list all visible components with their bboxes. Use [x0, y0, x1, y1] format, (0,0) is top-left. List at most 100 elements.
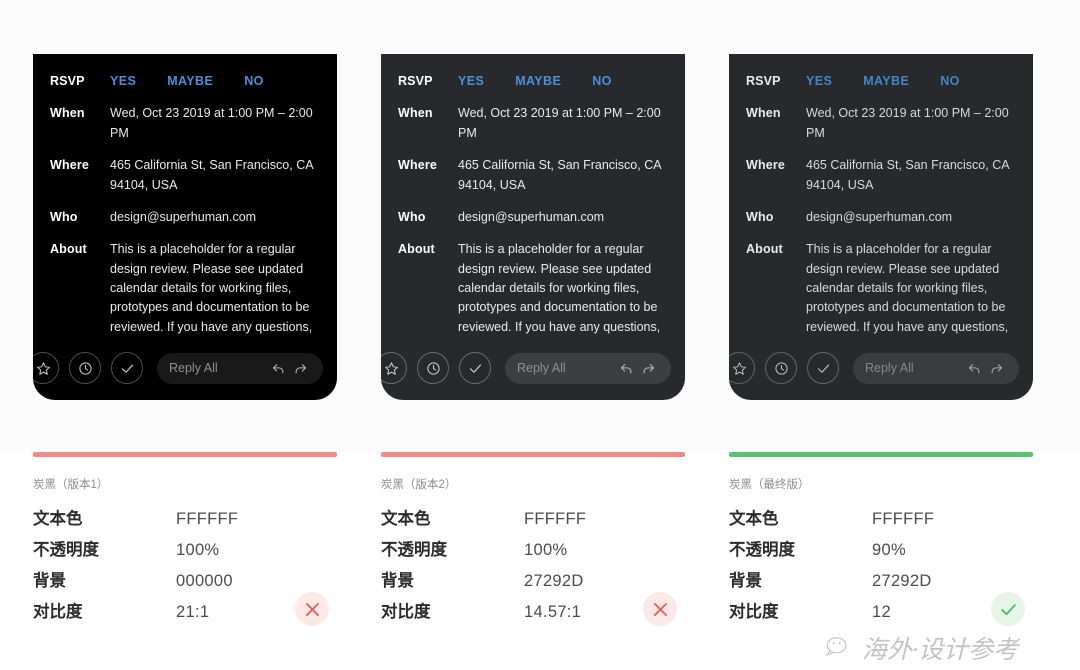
- rsvp-yes-button[interactable]: YES: [110, 72, 136, 91]
- rsvp-label: RSVP: [50, 74, 85, 88]
- clock-icon: [426, 361, 441, 376]
- spec-value: 27292D: [872, 572, 932, 590]
- spec-row: 背景 000000: [33, 567, 337, 591]
- snooze-button[interactable]: [765, 352, 797, 384]
- color-spec-table: 炭黑（版本1） 文本色 FFFFFF 不透明度 100% 背景 000000 对…: [0, 452, 1080, 670]
- where-value: 465 California St, San Francisco, CA 941…: [458, 158, 661, 192]
- where-value: 465 California St, San Francisco, CA 941…: [110, 158, 313, 192]
- spec-value: 000000: [176, 572, 233, 590]
- rsvp-maybe-button[interactable]: MAYBE: [167, 72, 213, 91]
- rsvp-yes-button[interactable]: YES: [458, 72, 484, 91]
- star-button[interactable]: [729, 352, 755, 384]
- about-label: About: [398, 242, 435, 257]
- reply-button[interactable]: [615, 361, 637, 376]
- where-label: Where: [398, 158, 437, 173]
- reply-all-placeholder: Reply All: [865, 361, 914, 375]
- email-action-bar: Reply All: [381, 336, 685, 400]
- where-row: Where 465 California St, San Francisco, …: [398, 156, 665, 195]
- forward-button[interactable]: [637, 361, 659, 376]
- done-button[interactable]: [111, 352, 143, 384]
- done-button[interactable]: [807, 352, 839, 384]
- status-badge-fail: [643, 592, 677, 626]
- who-row: Who design@superhuman.com: [746, 208, 1013, 227]
- when-value: Wed, Oct 23 2019 at 1:00 PM – 2:00 PM: [806, 106, 1009, 140]
- watermark: 海外·设计参考: [826, 630, 1018, 666]
- spec-row: 背景 27292D: [729, 567, 1033, 591]
- who-value: design@superhuman.com: [806, 209, 953, 224]
- spec-value: 90%: [872, 541, 906, 559]
- spec-column-version-2: 炭黑（版本2） 文本色 FFFFFF 不透明度 100% 背景 27292D 对…: [381, 452, 685, 629]
- star-button[interactable]: [33, 352, 59, 384]
- accent-bar: [381, 452, 685, 457]
- who-value: design@superhuman.com: [110, 209, 257, 224]
- reply-all-input[interactable]: Reply All: [157, 352, 323, 384]
- spec-value: FFFFFF: [524, 510, 587, 528]
- reply-all-input[interactable]: Reply All: [505, 352, 671, 384]
- forward-button[interactable]: [985, 361, 1007, 376]
- reply-arrow-icon: [271, 361, 286, 376]
- spec-row: 不透明度 90%: [729, 536, 1033, 560]
- spec-column-final: 炭黑（最终版） 文本色 FFFFFF 不透明度 90% 背景 27292D 对比…: [729, 452, 1033, 629]
- watermark-text: 海外·设计参考: [862, 637, 1019, 664]
- star-button[interactable]: [381, 352, 407, 384]
- email-card-final: RSVP YES MAYBE NO When Wed, Oct 23 2019 …: [729, 54, 1033, 400]
- spec-value: 100%: [176, 541, 220, 559]
- spec-value: 21:1: [176, 603, 210, 621]
- reply-button[interactable]: [963, 361, 985, 376]
- forward-arrow-icon: [989, 361, 1004, 376]
- rsvp-no-button[interactable]: NO: [244, 72, 264, 91]
- spec-rows: 文本色 FFFFFF 不透明度 100% 背景 27292D 对比度 14.57…: [381, 505, 685, 626]
- about-row: About This is a placeholder for a regula…: [50, 240, 317, 336]
- spec-key: 对比度: [381, 603, 431, 621]
- about-value: This is a placeholder for a regular desi…: [458, 242, 661, 334]
- rsvp-maybe-button[interactable]: MAYBE: [515, 72, 561, 91]
- spec-value: 100%: [524, 541, 568, 559]
- where-value: 465 California St, San Francisco, CA 941…: [806, 158, 1009, 192]
- rsvp-label: RSVP: [398, 74, 433, 88]
- wechat-icon: [826, 635, 856, 661]
- close-icon: [303, 600, 322, 619]
- spec-value: 14.57:1: [524, 603, 582, 621]
- spec-key: 不透明度: [729, 541, 795, 559]
- reply-all-placeholder: Reply All: [517, 361, 566, 375]
- snooze-button[interactable]: [417, 352, 449, 384]
- snooze-button[interactable]: [69, 352, 101, 384]
- spec-value: 27292D: [524, 572, 584, 590]
- who-value: design@superhuman.com: [458, 209, 605, 224]
- check-icon: [468, 361, 483, 376]
- reply-arrow-icon: [619, 361, 634, 376]
- rsvp-no-button[interactable]: NO: [940, 72, 960, 91]
- spec-column-version-1: 炭黑（版本1） 文本色 FFFFFF 不透明度 100% 背景 000000 对…: [33, 452, 337, 629]
- status-badge-pass: [991, 592, 1025, 626]
- rsvp-yes-button[interactable]: YES: [806, 72, 832, 91]
- spec-row: 不透明度 100%: [381, 536, 685, 560]
- about-row: About This is a placeholder for a regula…: [746, 240, 1013, 336]
- rsvp-no-button[interactable]: NO: [592, 72, 612, 91]
- done-button[interactable]: [459, 352, 491, 384]
- event-details-body: RSVP YES MAYBE NO When Wed, Oct 23 2019 …: [381, 54, 685, 336]
- rsvp-maybe-button[interactable]: MAYBE: [863, 72, 909, 91]
- reply-arrow-icon: [967, 361, 982, 376]
- about-value: This is a placeholder for a regular desi…: [806, 242, 1009, 334]
- clock-icon: [78, 361, 93, 376]
- when-row: When Wed, Oct 23 2019 at 1:00 PM – 2:00 …: [398, 104, 665, 143]
- star-icon: [36, 361, 51, 376]
- rsvp-actions: YES MAYBE NO: [458, 72, 612, 91]
- forward-button[interactable]: [289, 361, 311, 376]
- spec-row: 文本色 FFFFFF: [381, 505, 685, 529]
- accent-bar: [729, 452, 1033, 457]
- reply-button[interactable]: [267, 361, 289, 376]
- clock-icon: [774, 361, 789, 376]
- when-label: When: [746, 106, 781, 121]
- rsvp-row: RSVP YES MAYBE NO: [746, 72, 1013, 91]
- when-value: Wed, Oct 23 2019 at 1:00 PM – 2:00 PM: [458, 106, 661, 140]
- when-value: Wed, Oct 23 2019 at 1:00 PM – 2:00 PM: [110, 106, 313, 140]
- where-label: Where: [746, 158, 785, 173]
- where-label: Where: [50, 158, 89, 173]
- spec-row: 文本色 FFFFFF: [729, 505, 1033, 529]
- event-details-body: RSVP YES MAYBE NO When Wed, Oct 23 2019 …: [33, 54, 337, 336]
- email-card-version-2: RSVP YES MAYBE NO When Wed, Oct 23 2019 …: [381, 54, 685, 400]
- reply-all-input[interactable]: Reply All: [853, 352, 1019, 384]
- who-row: Who design@superhuman.com: [50, 208, 317, 227]
- spec-key: 文本色: [33, 510, 83, 528]
